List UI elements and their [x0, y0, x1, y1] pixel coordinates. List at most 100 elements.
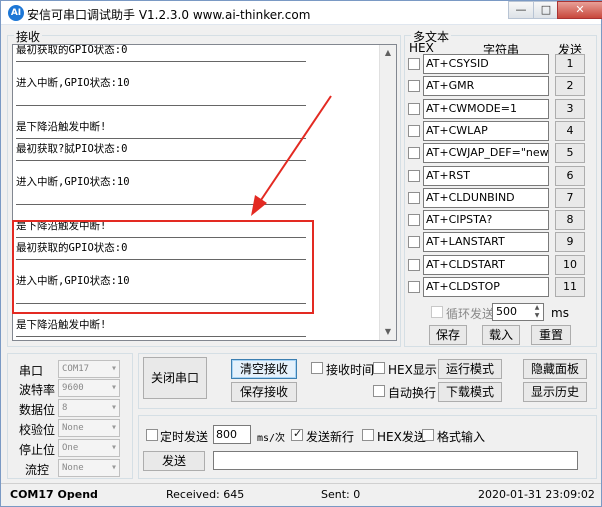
data-bits-label: 数据位: [19, 403, 56, 417]
multi-text-input[interactable]: AT+CLDUNBIND: [423, 187, 549, 208]
close-button[interactable]: ✕: [557, 1, 602, 19]
multi-text-input[interactable]: AT+CSYSID: [423, 54, 549, 74]
multi-text-row: AT+CWMODE=1 3: [408, 98, 588, 119]
receive-time-checkbox[interactable]: [311, 362, 323, 374]
multi-send-button[interactable]: 9: [555, 232, 585, 253]
hex-display-checkbox[interactable]: [373, 362, 385, 374]
multi-text-row: AT+CLDUNBIND 7: [408, 187, 588, 208]
hex-send-label: HEX发送: [377, 430, 426, 444]
show-history-button[interactable]: 显示历史: [523, 382, 587, 402]
multi-send-button[interactable]: 3: [555, 98, 585, 119]
scroll-down-icon[interactable]: ▼: [380, 324, 396, 340]
sent-count: Sent: 0: [321, 488, 361, 501]
multi-send-button[interactable]: 4: [555, 120, 585, 141]
auto-newline-label: 自动换行: [388, 386, 437, 400]
multi-text-input[interactable]: AT+CLDSTART: [423, 254, 549, 275]
reset-multi-button[interactable]: 重置: [531, 325, 571, 345]
window-title: 安信可串口调试助手 V1.2.3.0 www.ai-thinker.com: [27, 8, 311, 22]
multi-send-button[interactable]: 8: [555, 210, 585, 231]
loop-unit-label: ms: [551, 306, 569, 320]
send-interval-unit: ms/次: [257, 433, 286, 444]
highlight-box: [12, 220, 314, 314]
spinner-icon[interactable]: ▲ ▼: [531, 304, 543, 320]
hex-display-label: HEX显示: [388, 363, 437, 377]
receive-separator: [16, 56, 381, 67]
multi-send-button[interactable]: 7: [555, 187, 585, 208]
send-button[interactable]: 发送: [143, 451, 205, 471]
flow-control-select[interactable]: None: [58, 459, 120, 477]
app-logo-icon: AI: [8, 5, 24, 21]
receive-time-label: 接收时间: [326, 363, 375, 377]
port-select[interactable]: COM17: [58, 360, 120, 378]
multi-send-button[interactable]: 10: [555, 254, 585, 275]
baud-select[interactable]: 9600: [58, 379, 120, 397]
run-mode-button[interactable]: 运行模式: [438, 359, 502, 379]
multi-hex-checkbox[interactable]: [408, 169, 420, 182]
save-multi-button[interactable]: 保存: [429, 325, 467, 345]
multi-text-input[interactable]: AT+LANSTART: [423, 232, 549, 253]
multi-hex-checkbox[interactable]: [408, 80, 420, 93]
timed-send-checkbox[interactable]: [146, 429, 158, 441]
multi-send-button[interactable]: 2: [555, 76, 585, 97]
multi-send-button[interactable]: 5: [555, 143, 585, 164]
multi-hex-checkbox[interactable]: [408, 124, 420, 137]
multi-hex-checkbox[interactable]: [408, 236, 420, 249]
multi-send-button[interactable]: 6: [555, 165, 585, 186]
loop-send-label: 循环发送: [446, 307, 495, 321]
auto-newline-checkbox[interactable]: [373, 385, 385, 397]
multi-hex-checkbox[interactable]: [408, 214, 420, 227]
receive-line: 是下降沿触发中断!: [16, 319, 107, 331]
title-bar: AI 安信可串口调试助手 V1.2.3.0 www.ai-thinker.com…: [1, 1, 602, 25]
received-count: Received: 645: [166, 488, 245, 501]
multi-text-row: AT+CWJAP_DEF="newifi_ 5: [408, 143, 588, 164]
scroll-up-icon[interactable]: ▲: [380, 45, 396, 61]
multi-text-row: AT+CLDSTOP 11: [408, 277, 588, 297]
hide-panel-button[interactable]: 隐藏面板: [523, 359, 587, 379]
baud-label: 波特率: [19, 383, 56, 397]
hex-column-header: HEX: [409, 41, 434, 55]
multi-text-input[interactable]: AT+CWMODE=1: [423, 98, 549, 119]
save-receive-button[interactable]: 保存接收: [231, 382, 297, 402]
send-textarea[interactable]: [213, 451, 578, 470]
hex-send-checkbox[interactable]: [362, 429, 374, 441]
format-input-label: 格式输入: [437, 430, 486, 444]
multi-hex-checkbox[interactable]: [408, 191, 420, 204]
multi-hex-checkbox[interactable]: [408, 281, 420, 293]
send-newline-label: 发送新行: [306, 430, 355, 444]
receive-scrollbar[interactable]: ▲ ▼: [379, 45, 396, 340]
multi-hex-checkbox[interactable]: [408, 147, 420, 160]
multi-send-button[interactable]: 1: [555, 54, 585, 74]
receive-line: 最初获取的GPIO状态:0: [16, 44, 128, 56]
port-label: 串口: [19, 364, 44, 378]
multi-text-input[interactable]: AT+CLDSTOP: [423, 277, 549, 297]
send-newline-checkbox[interactable]: [291, 427, 303, 441]
multi-text-input[interactable]: AT+CWLAP: [423, 120, 549, 141]
parity-select[interactable]: None: [58, 419, 120, 437]
multi-text-row: AT+CSYSID 1: [408, 54, 588, 74]
multi-text-input[interactable]: AT+RST: [423, 165, 549, 186]
multi-text-input[interactable]: AT+CIPSTA?: [423, 210, 549, 231]
maximize-button[interactable]: □: [533, 1, 559, 19]
multi-text-row: AT+CLDSTART 10: [408, 254, 588, 275]
close-port-button[interactable]: 关闭串口: [143, 357, 207, 399]
app-window: AI 安信可串口调试助手 V1.2.3.0 www.ai-thinker.com…: [0, 0, 602, 507]
multi-text-input[interactable]: AT+CWJAP_DEF="newifi_: [423, 143, 549, 164]
send-interval-input[interactable]: 800: [213, 425, 251, 444]
clear-receive-button[interactable]: 清空接收: [231, 359, 297, 379]
load-multi-button[interactable]: 载入: [482, 325, 520, 345]
format-input-checkbox[interactable]: [422, 429, 434, 441]
status-datetime: 2020-01-31 23:09:02: [478, 488, 595, 501]
port-status: COM17 Opend: [10, 488, 98, 501]
multi-text-input[interactable]: AT+GMR: [423, 76, 549, 97]
stop-bits-select[interactable]: One: [58, 439, 120, 457]
multi-text-row: AT+RST 6: [408, 165, 588, 186]
multi-hex-checkbox[interactable]: [408, 58, 420, 70]
minimize-button[interactable]: —: [508, 1, 534, 19]
multi-text-row: AT+LANSTART 9: [408, 232, 588, 253]
multi-send-button[interactable]: 11: [555, 277, 585, 297]
download-mode-button[interactable]: 下载模式: [438, 382, 502, 402]
loop-send-checkbox[interactable]: [431, 306, 443, 318]
data-bits-select[interactable]: 8: [58, 399, 120, 417]
multi-hex-checkbox[interactable]: [408, 258, 420, 271]
multi-hex-checkbox[interactable]: [408, 102, 420, 115]
